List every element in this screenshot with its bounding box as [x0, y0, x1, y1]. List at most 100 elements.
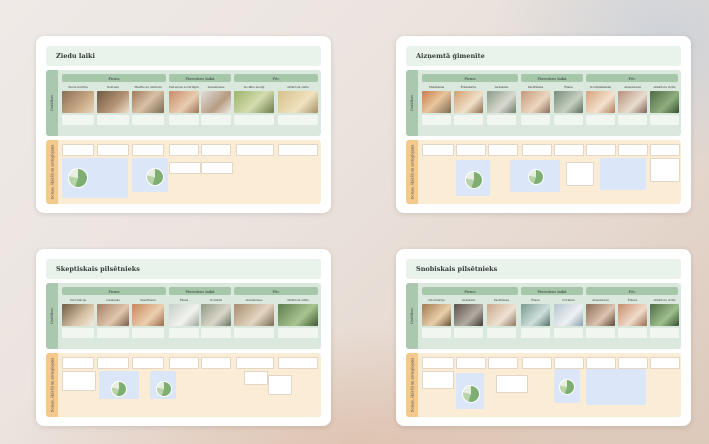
step-card[interactable]: Ēšana — [521, 297, 550, 359]
step-card[interactable]: Informācija — [422, 297, 451, 359]
journey-board-4[interactable]: Snobiskais pilsētnieks Darbības Pirms Pi… — [396, 249, 691, 426]
insight-card[interactable] — [554, 369, 580, 403]
step-card[interactable]: Pasūtīšana — [487, 297, 516, 359]
sticky-note[interactable] — [169, 144, 199, 156]
step-description — [650, 115, 679, 125]
insight-card[interactable] — [456, 373, 484, 409]
step-card[interactable]: Maltīte un dzērieni — [132, 84, 164, 146]
step-card[interactable]: Informācija — [62, 297, 94, 359]
step-card[interactable]: Norēķini — [201, 297, 231, 359]
sticky-note[interactable] — [618, 357, 648, 369]
step-card[interactable]: Atkārtota vizīte — [650, 297, 679, 359]
step-card[interactable]: Atsauksmes — [234, 297, 274, 359]
step-card[interactable]: Norēķināšanās — [586, 84, 615, 146]
step-label: Atkārtota vizīte — [287, 298, 309, 302]
sticky-note[interactable] — [97, 357, 129, 369]
lane-label: Domas, šķēršļi un atvieglojumi — [50, 357, 54, 413]
jar-photo — [234, 91, 274, 113]
step-card[interactable]: Atkārtota vizīte — [650, 84, 679, 146]
order-photo — [521, 91, 550, 113]
step-card[interactable]: Ierašanās — [454, 297, 483, 359]
sticky-note[interactable] — [554, 144, 584, 156]
step-card[interactable]: Atsauksmes — [618, 84, 647, 146]
hand-photo — [487, 91, 516, 113]
step-description — [521, 328, 550, 338]
step-card[interactable]: Norēķini — [554, 297, 583, 359]
insight-card[interactable] — [600, 158, 646, 190]
sticky-note[interactable] — [244, 371, 268, 385]
step-card[interactable]: Pasūtīšana — [521, 84, 550, 146]
sticky-note[interactable] — [132, 144, 164, 156]
insight-card[interactable] — [132, 158, 168, 192]
sticky-note[interactable] — [201, 357, 231, 369]
sticky-note[interactable] — [618, 144, 648, 156]
sticky-note[interactable] — [422, 371, 454, 389]
step-card[interactable]: Ēdienkarte — [454, 84, 483, 146]
step-card[interactable]: Pasūtīšana — [132, 297, 164, 359]
step-card[interactable]: Ēšana — [554, 84, 583, 146]
insight-card[interactable] — [62, 158, 128, 198]
step-description — [234, 328, 274, 338]
sticky-note[interactable] — [496, 375, 528, 393]
insight-card[interactable] — [150, 371, 176, 399]
glass-photo — [521, 304, 550, 326]
sticky-note[interactable] — [62, 357, 94, 369]
step-card[interactable]: Ziedu kultūra — [62, 84, 94, 146]
sticky-note[interactable] — [522, 357, 552, 369]
sticky-note[interactable] — [132, 357, 164, 369]
step-card[interactable]: Pieredzes novērtējums — [169, 84, 199, 146]
step-label: Pasūtīšana — [527, 85, 544, 89]
sticky-note[interactable] — [650, 158, 680, 182]
bread-photo — [132, 304, 164, 326]
insight-card[interactable] — [99, 371, 139, 399]
sticky-note[interactable] — [522, 144, 552, 156]
step-card[interactable]: Ēdiens — [618, 297, 647, 359]
sticky-note[interactable] — [236, 144, 274, 156]
insight-card[interactable] — [510, 160, 560, 192]
journey-board-2[interactable]: Aizņemtā ģimenīte Darbības Pirms Pieredz… — [396, 36, 691, 213]
sticky-note[interactable] — [169, 357, 199, 369]
sticky-note[interactable] — [278, 144, 318, 156]
sticky-note[interactable] — [566, 162, 594, 186]
sticky-note[interactable] — [278, 357, 318, 369]
sticky-note[interactable] — [236, 357, 274, 369]
lane-label: Darbības — [50, 94, 54, 112]
step-label: Atsauksmes — [207, 85, 225, 89]
insight-card[interactable] — [586, 369, 646, 405]
drink-photo — [97, 91, 129, 113]
step-card[interactable]: Ēšana — [169, 297, 199, 359]
step-card[interactable]: Sociālie mediji — [234, 84, 274, 146]
journey-board-1[interactable]: Ziedu laiki Darbības Pirms Pieredzes lai… — [36, 36, 331, 213]
step-card[interactable]: Atsauksmes — [201, 84, 231, 146]
sticky-note[interactable] — [201, 162, 233, 174]
sticky-note[interactable] — [169, 162, 201, 174]
sticky-note[interactable] — [650, 357, 680, 369]
lane-label: Darbības — [410, 307, 414, 325]
step-card[interactable]: Atsauksmes — [586, 297, 615, 359]
step-card[interactable]: Ierašanās — [487, 84, 516, 146]
sticky-note[interactable] — [488, 144, 518, 156]
sticky-note[interactable] — [456, 357, 486, 369]
sticky-note[interactable] — [488, 357, 518, 369]
family-photo — [422, 91, 451, 113]
sticky-note[interactable] — [97, 144, 129, 156]
sticky-note[interactable] — [422, 357, 454, 369]
sticky-note[interactable] — [422, 144, 454, 156]
step-card[interactable]: Atkārtota vizīte — [278, 84, 318, 146]
sticky-note[interactable] — [586, 357, 616, 369]
journey-board-3[interactable]: Skeptiskais pilsētnieks Darbības Pirms P… — [36, 249, 331, 426]
sticky-note[interactable] — [554, 357, 584, 369]
sticky-note[interactable] — [62, 144, 94, 156]
sticky-note[interactable] — [650, 144, 680, 156]
sticky-note[interactable] — [201, 144, 231, 156]
step-card[interactable]: Dzērieni — [97, 84, 129, 146]
insight-card[interactable] — [456, 160, 490, 196]
sticky-note[interactable] — [268, 375, 292, 395]
step-description — [62, 328, 94, 338]
sticky-note[interactable] — [62, 371, 96, 391]
sticky-note[interactable] — [586, 144, 616, 156]
step-card[interactable]: Ierašanās — [97, 297, 129, 359]
step-card[interactable]: Meklēšana — [422, 84, 451, 146]
step-card[interactable]: Atkārtota vizīte — [278, 297, 318, 359]
sticky-note[interactable] — [456, 144, 486, 156]
